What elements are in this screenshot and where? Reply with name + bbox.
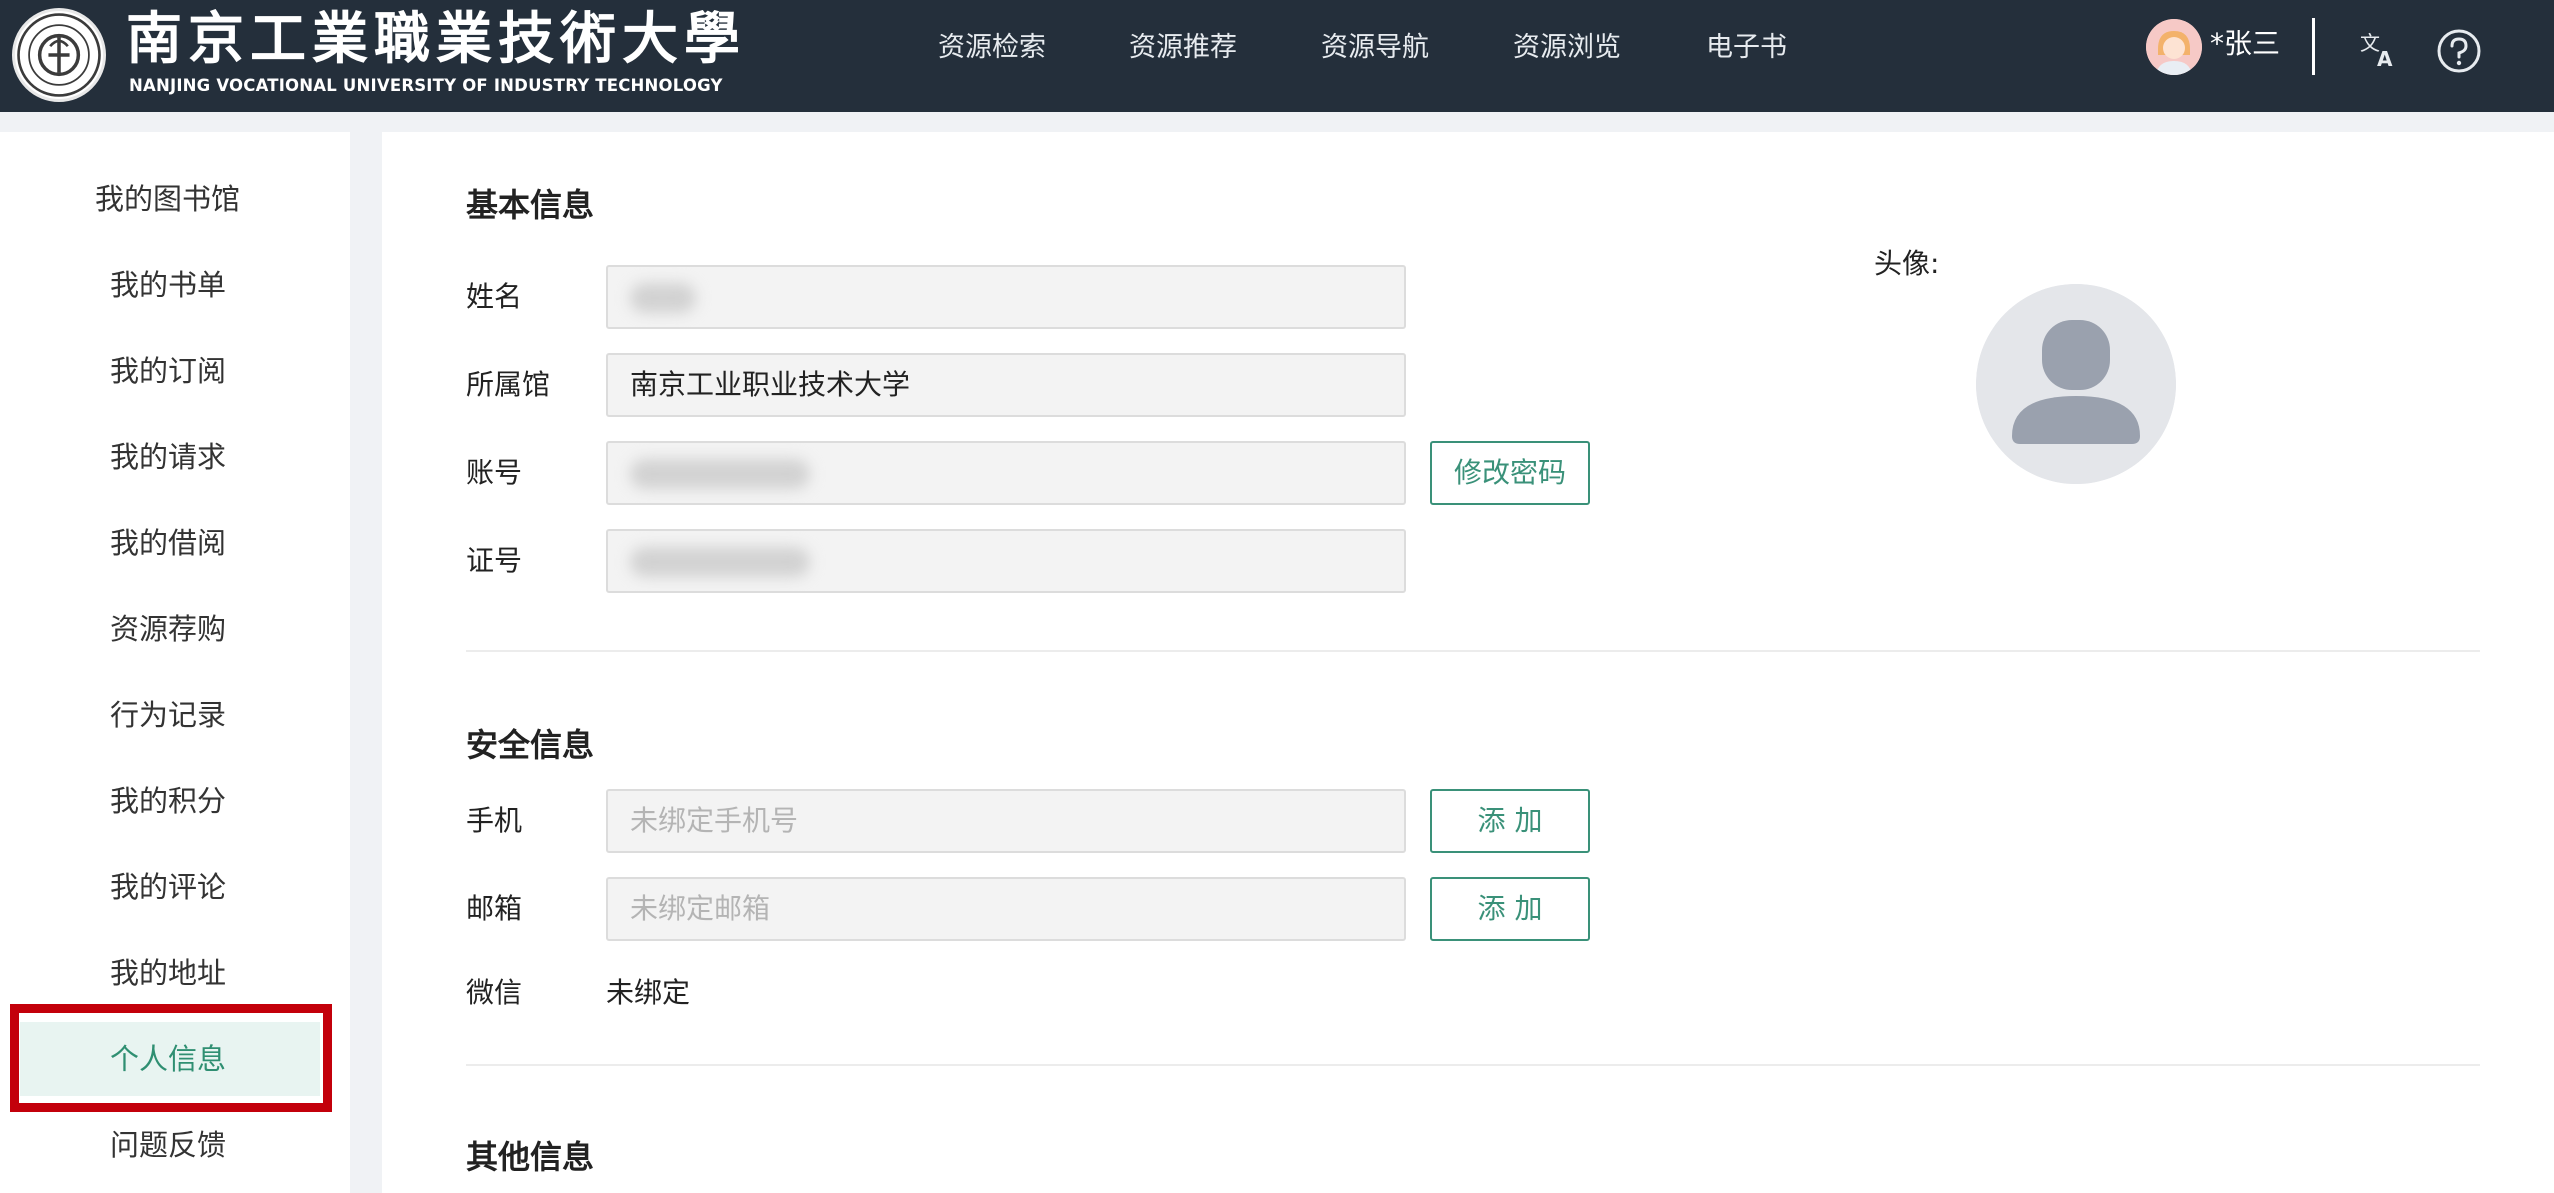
add-phone-button[interactable]: 添 加 (1430, 789, 1590, 853)
nav-resource-browse[interactable]: 资源浏览 (1513, 26, 1621, 70)
personal-info-panel: 基本信息 姓名 所属馆 南京工业职业技术大学 账号 修改密码 证号 头像: 安全… (382, 132, 2554, 1193)
sidebar-item-feedback[interactable]: 问题反馈 (0, 1116, 340, 1174)
library-field[interactable]: 南京工业职业技术大学 (606, 353, 1406, 417)
change-password-button[interactable]: 修改密码 (1430, 441, 1590, 505)
translate-icon[interactable]: 文 A (2358, 28, 2400, 71)
security-info-title: 安全信息 (466, 726, 595, 764)
sidebar-item-my-comments[interactable]: 我的评论 (0, 858, 340, 916)
svg-text:A: A (2377, 47, 2393, 70)
sidebar-item-my-address[interactable]: 我的地址 (0, 944, 340, 1002)
profile-avatar[interactable] (1976, 284, 2176, 484)
sidebar-item-label: 我的借阅 (110, 526, 227, 560)
name-label: 姓名 (466, 280, 523, 313)
nav-resource-navigation[interactable]: 资源导航 (1321, 26, 1429, 70)
sidebar-item-my-borrowing[interactable]: 我的借阅 (0, 514, 340, 572)
user-name[interactable]: *张三 (2210, 24, 2280, 64)
other-info-title: 其他信息 (466, 1138, 595, 1176)
library-label: 所属馆 (466, 368, 551, 401)
redacted-card-number (630, 547, 810, 577)
basic-info-title: 基本信息 (466, 186, 595, 224)
sidebar-item-my-booklist[interactable]: 我的书单 (0, 256, 340, 314)
card-number-field[interactable] (606, 529, 1406, 593)
redacted-name (630, 283, 696, 313)
redacted-account (630, 459, 810, 489)
sidebar-menu: 我的图书馆 我的书单 我的订阅 我的请求 我的借阅 资源荐购 行为记录 我的积分… (0, 132, 350, 1193)
email-field[interactable]: 未绑定邮箱 (606, 877, 1406, 941)
add-email-button[interactable]: 添 加 (1430, 877, 1590, 941)
selection-highlight-box (10, 1004, 332, 1112)
sidebar-item-my-library[interactable]: 我的图书馆 (0, 170, 340, 228)
sidebar-item-label: 我的订阅 (110, 354, 227, 388)
university-seal-logo[interactable] (12, 8, 106, 102)
sidebar-item-label: 资源荐购 (110, 612, 227, 646)
sidebar-item-label: 我的书单 (110, 268, 227, 302)
university-name-en: NANJING VOCATIONAL UNIVERSITY OF INDUSTR… (129, 76, 723, 95)
sidebar-item-behavior-record[interactable]: 行为记录 (0, 686, 340, 744)
user-avatar[interactable] (2146, 19, 2202, 75)
sidebar-item-resource-purchase[interactable]: 资源荐购 (0, 600, 340, 658)
sidebar-item-label: 我的积分 (110, 784, 227, 818)
email-label: 邮箱 (466, 892, 523, 925)
sidebar-item-label: 我的评论 (110, 870, 227, 904)
sidebar-item-my-requests[interactable]: 我的请求 (0, 428, 340, 486)
university-name-cn[interactable]: 南京工業職業技術大學 (126, 6, 746, 72)
card-number-label: 证号 (466, 544, 523, 577)
nav-resource-search[interactable]: 资源检索 (938, 26, 1046, 70)
sidebar-item-label: 我的图书馆 (95, 182, 241, 216)
wechat-status: 未绑定 (606, 976, 691, 1009)
account-label: 账号 (466, 456, 523, 489)
name-field[interactable] (606, 265, 1406, 329)
section-divider (466, 1064, 2480, 1066)
nav-ebook[interactable]: 电子书 (1706, 26, 1787, 70)
account-field[interactable] (606, 441, 1406, 505)
wechat-label: 微信 (466, 976, 523, 1009)
sidebar-item-label: 行为记录 (110, 698, 227, 732)
sidebar-item-my-subscriptions[interactable]: 我的订阅 (0, 342, 340, 400)
nav-resource-recommend[interactable]: 资源推荐 (1129, 26, 1237, 70)
phone-label: 手机 (466, 804, 523, 837)
section-divider (466, 650, 2480, 652)
sidebar-item-label: 问题反馈 (110, 1128, 227, 1162)
phone-field[interactable]: 未绑定手机号 (606, 789, 1406, 853)
sidebar-item-label: 我的请求 (110, 440, 227, 474)
header-divider (2312, 18, 2315, 75)
avatar-label: 头像: (1874, 247, 1940, 280)
sidebar-item-label: 我的地址 (110, 956, 227, 990)
help-icon[interactable] (2436, 28, 2482, 74)
sidebar-item-my-points[interactable]: 我的积分 (0, 772, 340, 830)
top-header: 南京工業職業技術大學 NANJING VOCATIONAL UNIVERSITY… (0, 0, 2554, 112)
